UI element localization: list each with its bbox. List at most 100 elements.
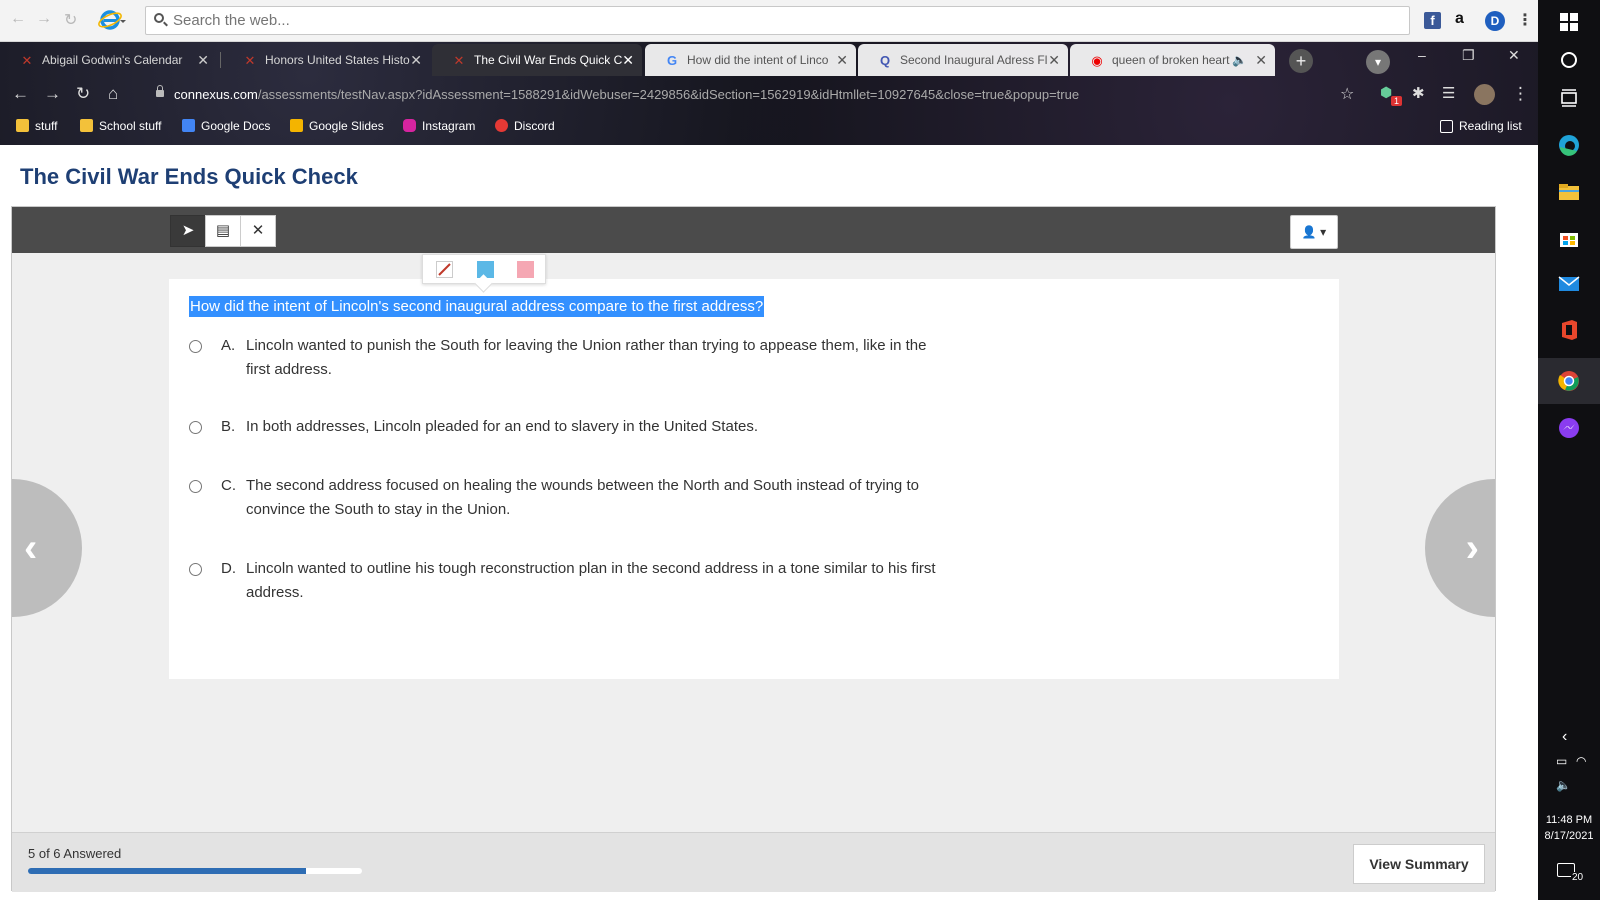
bookmark-stuff[interactable]: stuff xyxy=(16,119,57,133)
chevron-left-icon[interactable]: ‹ xyxy=(1562,728,1567,746)
radio-button[interactable] xyxy=(189,563,202,576)
connexus-icon: ✕ xyxy=(453,53,465,68)
cortana-icon[interactable] xyxy=(1557,48,1581,72)
option-text: The second address focused on healing th… xyxy=(246,477,919,518)
close-icon[interactable]: ✕ xyxy=(410,44,422,76)
tab-youtube[interactable]: ◉ queen of broken heart 🔈 ✕ xyxy=(1070,44,1275,76)
mail-icon[interactable] xyxy=(1557,272,1581,296)
question-text: How did the intent of Lincoln's second i… xyxy=(189,296,765,317)
close-icon[interactable]: ✕ xyxy=(1255,44,1267,76)
url-domain: connexus.com xyxy=(174,87,258,102)
tab-search-icon[interactable]: ▾ xyxy=(1366,50,1390,74)
media-queue-icon[interactable]: ☰ xyxy=(1442,84,1455,102)
clear-highlight-icon[interactable] xyxy=(436,261,453,278)
puzzle-icon[interactable]: ✱ xyxy=(1412,84,1425,102)
next-question-button[interactable]: › xyxy=(1425,479,1495,617)
notification-count: 20 xyxy=(1571,872,1585,883)
test-toolbar: ➤ ▤ ✕ 👤 ▾ xyxy=(12,207,1495,253)
profile-d-icon[interactable]: D xyxy=(1485,11,1505,31)
close-icon[interactable]: ✕ xyxy=(836,44,848,76)
tab-civil-war-quick-check[interactable]: ✕ The Civil War Ends Quick C ✕ xyxy=(432,44,642,76)
answer-option-b[interactable]: B. In both addresses, Lincoln pleaded fo… xyxy=(189,415,949,439)
messenger-icon[interactable] xyxy=(1557,416,1581,440)
slides-icon xyxy=(290,119,303,132)
facebook-icon[interactable]: f xyxy=(1424,12,1441,29)
more-menu-icon[interactable]: ⋮ xyxy=(1512,84,1529,104)
new-tab-button[interactable]: + xyxy=(1289,49,1313,73)
volume-icon[interactable]: 🔈 xyxy=(1556,778,1571,792)
star-icon[interactable]: ☆ xyxy=(1340,84,1354,104)
url-path: /assessments/testNav.aspx?idAssessment=1… xyxy=(257,87,1080,102)
progress-fill xyxy=(28,868,307,874)
search-icon xyxy=(154,13,164,23)
more-menu-icon[interactable]: ⋮ xyxy=(1517,10,1533,30)
ie-logo-icon[interactable] xyxy=(98,7,126,33)
store-icon[interactable] xyxy=(1557,226,1581,250)
connexus-icon: ✕ xyxy=(244,53,256,68)
tab-label: Honors United States Histo xyxy=(265,53,410,67)
chevron-right-icon: › xyxy=(1465,526,1479,570)
view-summary-button[interactable]: View Summary xyxy=(1353,844,1485,884)
tab-calendar[interactable]: ✕ Abigail Godwin's Calendar ✕ xyxy=(0,44,217,76)
home-icon[interactable]: ⌂ xyxy=(108,84,118,104)
forward-arrow-icon[interactable]: → xyxy=(36,10,52,28)
search-input[interactable] xyxy=(145,6,1410,35)
tab-label: How did the intent of Linco xyxy=(687,53,829,67)
forward-arrow-icon[interactable]: → xyxy=(44,84,61,104)
amazon-icon[interactable]: a xyxy=(1455,10,1464,28)
task-view-icon[interactable] xyxy=(1557,86,1581,110)
minimize-icon[interactable]: – xyxy=(1418,47,1426,63)
file-explorer-icon[interactable] xyxy=(1557,180,1581,204)
radio-button[interactable] xyxy=(189,340,202,353)
notes-tool-button[interactable]: ▤ xyxy=(205,215,241,247)
bookmark-google-docs[interactable]: Google Docs xyxy=(182,119,270,133)
chrome-icon[interactable] xyxy=(1557,369,1581,393)
close-icon[interactable]: ✕ xyxy=(1048,44,1060,76)
tab-honors-history[interactable]: ✕ Honors United States Histo ✕ xyxy=(223,44,430,76)
avatar[interactable] xyxy=(1474,84,1495,105)
pink-highlight-swatch[interactable] xyxy=(517,261,534,278)
edge-icon[interactable] xyxy=(1557,133,1581,157)
bookmark-school-stuff[interactable]: School stuff xyxy=(80,119,161,133)
test-footer: 5 of 6 Answered View Summary xyxy=(12,832,1495,892)
speaker-icon[interactable]: 🔈 xyxy=(1232,44,1247,76)
office-icon[interactable] xyxy=(1557,318,1581,342)
back-arrow-icon[interactable]: ← xyxy=(12,84,29,104)
blue-highlight-swatch[interactable] xyxy=(477,261,494,278)
bookmark-discord[interactable]: Discord xyxy=(495,119,555,133)
close-icon[interactable]: ✕ xyxy=(197,44,209,76)
reload-icon[interactable]: ↻ xyxy=(76,84,90,104)
system-clock[interactable]: 11:48 PM 8/17/2021 xyxy=(1538,812,1600,844)
tab-label: Abigail Godwin's Calendar xyxy=(42,53,183,67)
answer-option-c[interactable]: C. The second address focused on healing… xyxy=(189,474,949,522)
tab-strip: ✕ Abigail Godwin's Calendar ✕ ✕ Honors U… xyxy=(0,42,1538,77)
window-close-icon[interactable]: ✕ xyxy=(1508,47,1520,64)
eliminate-tool-button[interactable]: ✕ xyxy=(240,215,276,247)
battery-icon[interactable]: ▭ xyxy=(1556,754,1567,768)
radio-button[interactable] xyxy=(189,421,202,434)
pointer-tool-button[interactable]: ➤ xyxy=(170,215,206,247)
tab-google-search[interactable]: G How did the intent of Linco ✕ xyxy=(645,44,856,76)
bookmark-google-slides[interactable]: Google Slides xyxy=(290,119,384,133)
bookmarks-bar: stuff School stuff Google Docs Google Sl… xyxy=(0,111,1538,143)
radio-button[interactable] xyxy=(189,480,202,493)
reading-list[interactable]: Reading list xyxy=(1440,119,1522,133)
back-arrow-icon[interactable]: ← xyxy=(10,10,26,28)
accessibility-menu-button[interactable]: 👤 ▾ xyxy=(1290,215,1338,249)
address-bar[interactable]: connexus.com/assessments/testNav.aspx?id… xyxy=(150,82,1368,108)
restore-icon[interactable]: ❐ xyxy=(1462,47,1475,64)
tab-quizlet[interactable]: Q Second Inaugural Adress Fl ✕ xyxy=(858,44,1068,76)
refresh-icon[interactable]: ↻ xyxy=(64,10,77,30)
address-row: ← → ↻ ⌂ connexus.com/assessments/testNav… xyxy=(0,77,1538,111)
browser-chrome: ✕ Abigail Godwin's Calendar ✕ ✕ Honors U… xyxy=(0,42,1538,145)
wifi-icon[interactable]: ◠ xyxy=(1576,754,1586,768)
answer-option-d[interactable]: D. Lincoln wanted to outline his tough r… xyxy=(189,557,949,605)
quizlet-icon: Q xyxy=(879,53,891,68)
docs-icon xyxy=(182,119,195,132)
previous-question-button[interactable]: ‹ xyxy=(12,479,82,617)
option-text: In both addresses, Lincoln pleaded for a… xyxy=(246,418,758,435)
answer-option-a[interactable]: A. Lincoln wanted to punish the South fo… xyxy=(189,334,949,382)
bookmark-instagram[interactable]: Instagram xyxy=(403,119,475,133)
close-icon[interactable]: ✕ xyxy=(622,44,634,76)
windows-start-icon[interactable] xyxy=(1557,10,1581,34)
